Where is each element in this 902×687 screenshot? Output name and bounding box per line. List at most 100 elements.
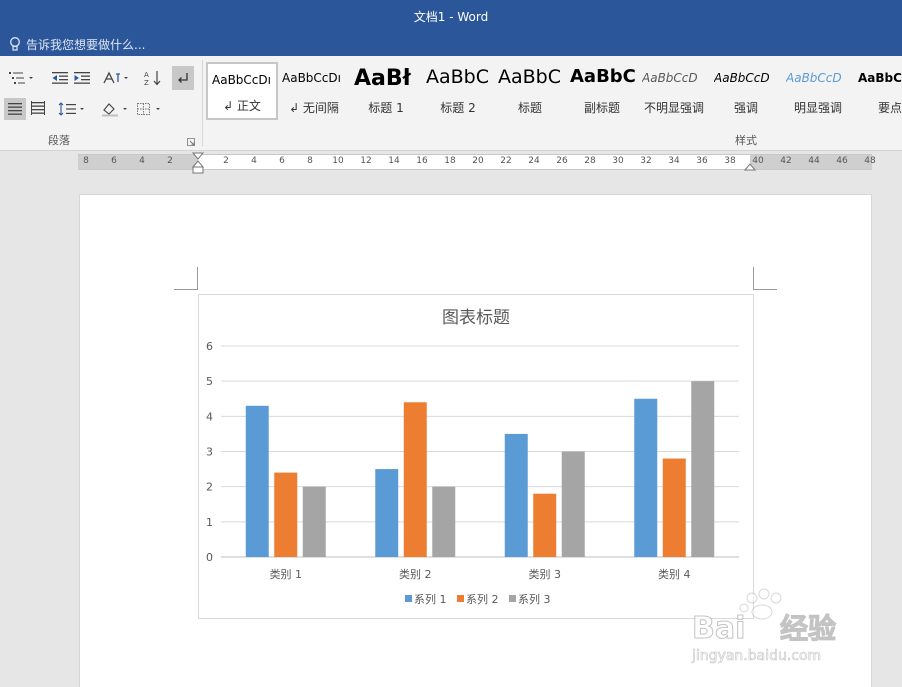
style-item[interactable]: AaBbC 标题 2 xyxy=(422,62,494,120)
x-category-label: 类别 3 xyxy=(529,567,562,581)
x-category-label: 类别 2 xyxy=(399,567,432,581)
legend-swatch xyxy=(405,595,412,602)
ruler-label: 6 xyxy=(279,156,285,166)
style-item[interactable]: AaBbC 副标题 xyxy=(566,62,638,120)
bar xyxy=(274,472,298,557)
borders-icon[interactable] xyxy=(136,99,166,119)
ruler-label: 36 xyxy=(696,156,708,166)
styles-gallery: AaBbCcDı ↲ 正文 AaBbCcDı ↲ 无间隔 AaBł 标题 1 AaBbC 标题… xyxy=(206,62,902,124)
ruler-label: 20 xyxy=(472,156,484,166)
line-spacing-icon[interactable] xyxy=(58,99,88,119)
crop-mark xyxy=(753,267,754,290)
bar xyxy=(432,486,456,557)
style-name: 标题 1 xyxy=(368,101,404,115)
style-item[interactable]: AaBbCcD 明显强调 xyxy=(782,62,854,120)
ruler-label: 48 xyxy=(864,156,876,166)
ruler-label: 14 xyxy=(388,156,400,166)
ruler-label: 10 xyxy=(332,156,344,166)
ruler-left-margin xyxy=(78,155,198,169)
bar xyxy=(691,381,715,557)
ruler-label: 6 xyxy=(111,156,117,166)
styles-group-label: 样式 xyxy=(735,134,757,147)
y-tick-label: 3 xyxy=(206,446,213,459)
show-formatting-marks-icon[interactable] xyxy=(172,66,194,90)
style-name: 标题 xyxy=(517,101,542,115)
style-sample: AaBbC xyxy=(498,66,562,88)
shading-icon[interactable] xyxy=(100,99,132,119)
multilevel-list-icon[interactable] xyxy=(6,68,36,88)
ruler-label: 2 xyxy=(223,156,229,166)
indent-marker-icon[interactable] xyxy=(191,151,205,175)
ruler-label: 18 xyxy=(444,156,456,166)
ruler-label: 28 xyxy=(584,156,596,166)
decrease-indent-icon[interactable] xyxy=(50,68,70,88)
chart-title: 图表标题 xyxy=(442,308,510,328)
ruler-label: 8 xyxy=(83,156,89,166)
crop-mark xyxy=(174,289,198,290)
chinese-layout-icon[interactable] xyxy=(102,68,130,88)
svg-text:经验: 经验 xyxy=(780,612,836,645)
ruler-label: 12 xyxy=(360,156,372,166)
style-sample: AaBbC xyxy=(858,71,902,85)
style-item[interactable]: AaBbCcDı ↲ 正文 xyxy=(206,62,278,120)
style-sample: AaBbCcD xyxy=(714,71,770,85)
tell-me-input[interactable]: 告诉我您想要做什么... xyxy=(26,36,145,53)
style-sample: AaBbCcD xyxy=(642,71,698,85)
ruler-label: 30 xyxy=(612,156,624,166)
style-item[interactable]: AaBbC 标题 xyxy=(494,62,566,120)
y-tick-label: 4 xyxy=(206,410,213,423)
horizontal-ruler[interactable]: 8 6 4 2 2 4 6 8 10 12 14 16 18 20 22 24 26 28 30 32 34 36 38 40… xyxy=(78,152,876,174)
style-sample: AaBbC xyxy=(426,66,490,88)
style-sample: AaBbC xyxy=(570,66,636,87)
y-tick-label: 2 xyxy=(206,481,213,494)
y-tick-label: 0 xyxy=(206,551,213,564)
window-title: 文档1 - Word xyxy=(413,9,489,24)
x-category-label: 类别 4 xyxy=(658,567,691,581)
style-name: 不明显强调 xyxy=(643,101,704,115)
bar xyxy=(533,493,557,557)
ribbon: A Z 段落 AaBbCcDı ↲ 正文 AaBbCcDı ↲ 无间隔 AaBł… xyxy=(0,56,902,151)
style-name: 明显强调 xyxy=(793,101,842,115)
ruler-label: 44 xyxy=(808,156,820,166)
y-tick-label: 6 xyxy=(206,340,213,353)
style-item[interactable]: AaBł 标题 1 xyxy=(350,62,422,120)
svg-text:Z: Z xyxy=(144,79,149,86)
bar xyxy=(662,458,686,557)
ruler-label: 46 xyxy=(836,156,848,166)
crop-mark xyxy=(753,289,777,290)
legend-swatch xyxy=(457,595,464,602)
ruler-label: 4 xyxy=(251,156,257,166)
style-name: 副标题 xyxy=(583,101,620,115)
style-name: 要点 xyxy=(877,101,902,115)
ruler-label: 2 xyxy=(167,156,173,166)
ruler-label: 16 xyxy=(416,156,428,166)
title-bar: 文档1 - Word xyxy=(0,0,902,32)
dialog-launcher-icon[interactable] xyxy=(187,138,195,146)
tell-me-bar[interactable]: 告诉我您想要做什么... xyxy=(0,32,902,56)
style-sample: AaBbCcD xyxy=(786,71,842,85)
chart-object[interactable]: 图表标题 0 1 2 3 4 5 6 类别 1 类别 2 类别 3 类别 4 系列 1 系列 2 系列 3 xyxy=(198,294,754,619)
x-category-label: 类别 1 xyxy=(270,567,303,581)
bar xyxy=(375,469,399,557)
sort-icon[interactable]: A Z xyxy=(142,68,164,88)
ruler-label: 38 xyxy=(724,156,736,166)
ruler-label: 32 xyxy=(640,156,652,166)
distributed-icon[interactable] xyxy=(28,98,48,118)
justify-icon[interactable] xyxy=(4,98,26,120)
crop-mark xyxy=(197,267,198,290)
style-item[interactable]: AaBbCcDı ↲ 无间隔 xyxy=(278,62,350,120)
style-name: 标题 2 xyxy=(440,101,476,115)
chart-plot: 图表标题 0 1 2 3 4 5 6 类别 1 类别 2 类别 3 类别 4 系列 1 系列 2 系列 3 xyxy=(206,308,739,606)
y-tick-label: 1 xyxy=(206,516,213,529)
style-item[interactable]: AaBbCcD 不明显强调 xyxy=(638,62,710,120)
bar xyxy=(245,405,269,557)
style-item[interactable]: AaBbCcD 强调 xyxy=(710,62,782,120)
ruler-label: 8 xyxy=(307,156,313,166)
style-sample: AaBbCcDı xyxy=(212,73,271,87)
style-item[interactable]: AaBbC 要点 xyxy=(854,62,902,120)
lightbulb-icon xyxy=(10,37,20,51)
legend-label: 系列 1 xyxy=(414,592,447,606)
bar xyxy=(634,398,658,557)
increase-indent-icon[interactable] xyxy=(72,68,92,88)
ruler-label: 22 xyxy=(500,156,512,166)
